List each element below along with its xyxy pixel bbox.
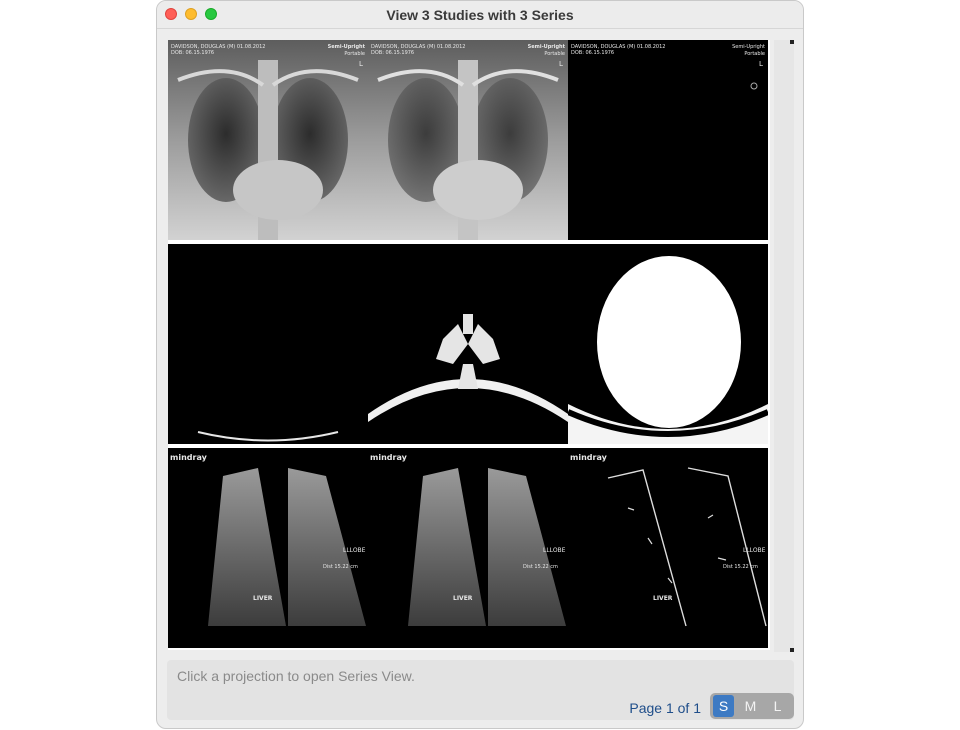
- ultrasound-image: mindray LIVER LLLOBE Dist 15.22 cm: [168, 448, 368, 648]
- thumbnail-size-selector: S M L: [710, 693, 794, 719]
- portable-overlay: Portable: [544, 51, 565, 57]
- lobe-label: LLLOBE: [543, 547, 566, 554]
- position-overlay: Semi-Upright: [732, 44, 765, 50]
- vertical-scrollbar[interactable]: [774, 40, 794, 652]
- dob-overlay: DOB: 06.15.1976: [371, 50, 414, 56]
- side-marker: L: [359, 60, 363, 68]
- organ-label: LIVER: [253, 595, 273, 602]
- ct-slice-image: [368, 244, 568, 444]
- organ-label: LIVER: [453, 595, 473, 602]
- size-medium-button[interactable]: M: [740, 695, 761, 717]
- title-bar: View 3 Studies with 3 Series: [157, 1, 803, 29]
- hint-text: Click a projection to open Series View.: [177, 668, 415, 684]
- scroll-up-arrow[interactable]: [790, 40, 794, 44]
- study-row-xray: DAVIDSON, DOUGLAS (M) 01.08.2012 DOB: 06…: [168, 40, 768, 240]
- projection-thumbnail[interactable]: [568, 244, 768, 444]
- vendor-logo: mindray: [370, 453, 408, 462]
- vendor-logo: mindray: [570, 453, 608, 462]
- measurement-label: Dist 15.22 cm: [723, 564, 758, 570]
- projection-thumbnail[interactable]: mindray LIVER LLLOBE Dist 15.22 cm: [568, 448, 768, 648]
- position-overlay: Semi-Upright: [328, 44, 366, 50]
- window-title: View 3 Studies with 3 Series: [386, 7, 574, 23]
- projection-thumbnail[interactable]: mindray LIVER LLLOBE Dist 15.22 cm: [168, 448, 368, 648]
- vendor-logo: mindray: [170, 453, 208, 462]
- ct-slice-image: [568, 244, 768, 444]
- chest-xray-image: DAVIDSON, DOUGLAS (M) 01.08.2012 DOB: 06…: [368, 40, 568, 240]
- study-viewer-window: View 3 Studies with 3 Series DAVIDSON, D…: [156, 0, 804, 729]
- measurement-label: Dist 15.22 cm: [323, 564, 358, 570]
- side-marker: L: [559, 60, 563, 68]
- projection-thumbnail[interactable]: mindray LIVER LLLOBE Dist 15.22 cm: [368, 448, 568, 648]
- study-row-ultrasound: mindray LIVER LLLOBE Dist 15.22 cm mindr…: [168, 448, 768, 648]
- chest-xray-image-dark: DAVIDSON, DOUGLAS (M) 01.08.2012 DOB: 06…: [568, 40, 768, 240]
- ultrasound-edge-image: mindray LIVER LLLOBE Dist 15.22 cm: [568, 448, 768, 648]
- projection-thumbnail[interactable]: [368, 244, 568, 444]
- size-small-button[interactable]: S: [713, 695, 734, 717]
- chest-xray-image: DAVIDSON, DOUGLAS (M) 01.08.2012 DOB: 06…: [168, 40, 368, 240]
- measurement-label: Dist 15.22 cm: [523, 564, 558, 570]
- dob-overlay: DOB: 06.15.1976: [171, 50, 214, 56]
- organ-label: LIVER: [653, 595, 673, 602]
- lobe-label: LLLOBE: [743, 547, 766, 554]
- portable-overlay: Portable: [744, 51, 765, 57]
- side-marker: L: [759, 60, 763, 68]
- study-row-ct: [168, 244, 768, 444]
- page-indicator: Page 1 of 1: [629, 700, 701, 716]
- projection-grid: DAVIDSON, DOUGLAS (M) 01.08.2012 DOB: 06…: [168, 40, 770, 650]
- footer-panel: Click a projection to open Series View. …: [167, 660, 794, 720]
- scroll-down-arrow[interactable]: [790, 648, 794, 652]
- ct-slice-image: [168, 244, 368, 444]
- size-large-button[interactable]: L: [767, 695, 788, 717]
- ultrasound-image: mindray LIVER LLLOBE Dist 15.22 cm: [368, 448, 568, 648]
- lobe-label: LLLOBE: [343, 547, 366, 554]
- projection-thumbnail[interactable]: [168, 244, 368, 444]
- projection-thumbnail[interactable]: DAVIDSON, DOUGLAS (M) 01.08.2012 DOB: 06…: [168, 40, 368, 240]
- projection-thumbnail[interactable]: DAVIDSON, DOUGLAS (M) 01.08.2012 DOB: 06…: [568, 40, 768, 240]
- dob-overlay: DOB: 06.15.1976: [571, 50, 614, 56]
- portable-overlay: Portable: [344, 51, 365, 57]
- projection-thumbnail[interactable]: DAVIDSON, DOUGLAS (M) 01.08.2012 DOB: 06…: [368, 40, 568, 240]
- position-overlay: Semi-Upright: [528, 44, 566, 50]
